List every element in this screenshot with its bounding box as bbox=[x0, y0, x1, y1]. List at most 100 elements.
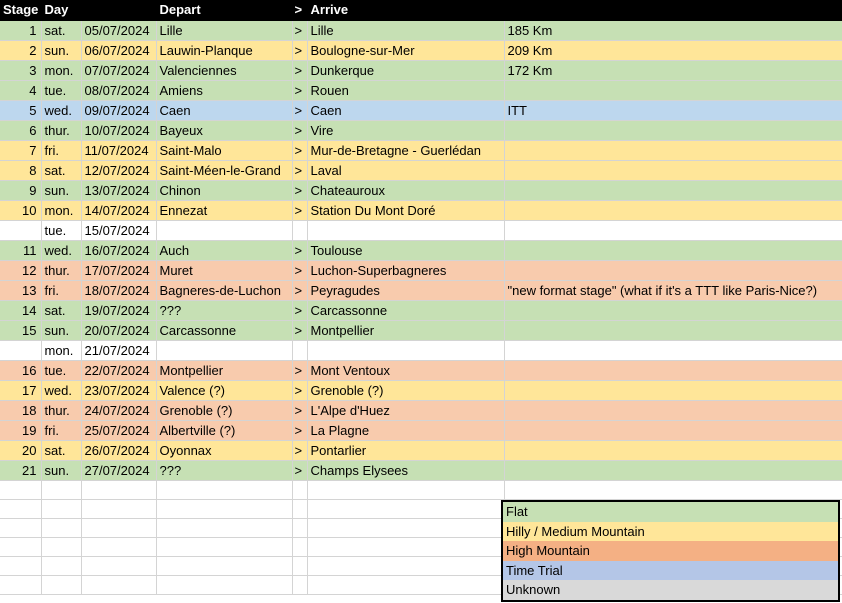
empty-cell[interactable] bbox=[0, 480, 42, 500]
cell-arrive[interactable]: Dunkerque bbox=[307, 60, 505, 81]
cell-depart[interactable]: Valenciennes bbox=[156, 60, 293, 81]
header-arrow[interactable]: > bbox=[292, 0, 308, 21]
cell-note[interactable] bbox=[504, 260, 842, 281]
cell-arrive[interactable]: Pontarlier bbox=[307, 440, 505, 461]
empty-cell[interactable] bbox=[81, 518, 157, 538]
cell-note[interactable] bbox=[504, 400, 842, 421]
cell-arrive[interactable]: La Plagne bbox=[307, 420, 505, 441]
empty-cell[interactable] bbox=[292, 518, 308, 538]
cell-date[interactable]: 19/07/2024 bbox=[81, 300, 157, 321]
cell-day[interactable]: thur. bbox=[41, 120, 82, 141]
cell-date[interactable]: 23/07/2024 bbox=[81, 380, 157, 401]
cell-date[interactable]: 06/07/2024 bbox=[81, 40, 157, 61]
cell-arrow[interactable]: > bbox=[292, 380, 308, 401]
cell-date[interactable]: 14/07/2024 bbox=[81, 200, 157, 221]
empty-cell[interactable] bbox=[81, 499, 157, 519]
cell-depart[interactable] bbox=[156, 220, 293, 241]
cell-stage[interactable]: 8 bbox=[0, 160, 42, 181]
header-date[interactable] bbox=[81, 0, 157, 21]
cell-stage[interactable]: 17 bbox=[0, 380, 42, 401]
cell-note[interactable] bbox=[504, 160, 842, 181]
cell-arrive[interactable]: Laval bbox=[307, 160, 505, 181]
empty-cell[interactable] bbox=[307, 480, 505, 500]
empty-cell[interactable] bbox=[307, 575, 505, 595]
cell-arrive[interactable]: Peyragudes bbox=[307, 280, 505, 301]
cell-arrow[interactable]: > bbox=[292, 180, 308, 201]
cell-stage[interactable]: 5 bbox=[0, 100, 42, 121]
cell-arrive[interactable]: Lille bbox=[307, 20, 505, 41]
cell-note[interactable] bbox=[504, 80, 842, 101]
cell-day[interactable]: sat. bbox=[41, 440, 82, 461]
cell-stage[interactable]: 16 bbox=[0, 360, 42, 381]
cell-note[interactable] bbox=[504, 340, 842, 361]
empty-cell[interactable] bbox=[41, 575, 82, 595]
cell-arrow[interactable]: > bbox=[292, 360, 308, 381]
cell-date[interactable]: 10/07/2024 bbox=[81, 120, 157, 141]
cell-arrow[interactable]: > bbox=[292, 260, 308, 281]
empty-cell[interactable] bbox=[156, 556, 293, 576]
cell-depart[interactable]: Muret bbox=[156, 260, 293, 281]
cell-arrive[interactable]: Station Du Mont Doré bbox=[307, 200, 505, 221]
cell-stage[interactable]: 21 bbox=[0, 460, 42, 481]
cell-date[interactable]: 22/07/2024 bbox=[81, 360, 157, 381]
cell-date[interactable]: 11/07/2024 bbox=[81, 140, 157, 161]
cell-arrive[interactable]: Chateauroux bbox=[307, 180, 505, 201]
cell-depart[interactable]: Saint-Malo bbox=[156, 140, 293, 161]
cell-day[interactable]: wed. bbox=[41, 240, 82, 261]
empty-cell[interactable] bbox=[41, 480, 82, 500]
cell-arrive[interactable]: Grenoble (?) bbox=[307, 380, 505, 401]
cell-note[interactable] bbox=[504, 460, 842, 481]
cell-arrow[interactable]: > bbox=[292, 460, 308, 481]
cell-arrow[interactable]: > bbox=[292, 80, 308, 101]
cell-arrive[interactable]: Toulouse bbox=[307, 240, 505, 261]
cell-depart[interactable]: Bagneres-de-Luchon bbox=[156, 280, 293, 301]
cell-date[interactable]: 17/07/2024 bbox=[81, 260, 157, 281]
cell-date[interactable]: 20/07/2024 bbox=[81, 320, 157, 341]
cell-day[interactable]: thur. bbox=[41, 260, 82, 281]
cell-arrive[interactable]: Montpellier bbox=[307, 320, 505, 341]
cell-note[interactable]: 209 Km bbox=[504, 40, 842, 61]
cell-depart[interactable]: Grenoble (?) bbox=[156, 400, 293, 421]
empty-cell[interactable] bbox=[81, 575, 157, 595]
cell-arrow[interactable]: > bbox=[292, 440, 308, 461]
cell-depart[interactable]: Saint-Méen-le-Grand bbox=[156, 160, 293, 181]
cell-depart[interactable]: Bayeux bbox=[156, 120, 293, 141]
cell-depart[interactable]: Oyonnax bbox=[156, 440, 293, 461]
cell-note[interactable] bbox=[504, 120, 842, 141]
empty-cell[interactable] bbox=[81, 537, 157, 557]
cell-depart[interactable]: Carcassonne bbox=[156, 320, 293, 341]
cell-note[interactable]: "new format stage" (what if it's a TTT l… bbox=[504, 280, 842, 301]
empty-cell[interactable] bbox=[292, 575, 308, 595]
cell-stage[interactable] bbox=[0, 340, 42, 361]
legend-item-unknown[interactable]: Unknown bbox=[503, 580, 838, 600]
header-depart[interactable]: Depart bbox=[156, 0, 293, 21]
cell-arrow[interactable]: > bbox=[292, 240, 308, 261]
cell-note[interactable] bbox=[504, 180, 842, 201]
cell-stage[interactable]: 10 bbox=[0, 200, 42, 221]
cell-day[interactable]: sun. bbox=[41, 180, 82, 201]
empty-cell[interactable] bbox=[0, 537, 42, 557]
cell-day[interactable]: mon. bbox=[41, 340, 82, 361]
cell-day[interactable]: wed. bbox=[41, 380, 82, 401]
empty-cell[interactable] bbox=[292, 480, 308, 500]
cell-arrive[interactable]: Champs Elysees bbox=[307, 460, 505, 481]
legend-item-hilly[interactable]: Hilly / Medium Mountain bbox=[503, 521, 838, 542]
cell-date[interactable]: 07/07/2024 bbox=[81, 60, 157, 81]
cell-date[interactable]: 25/07/2024 bbox=[81, 420, 157, 441]
cell-arrow[interactable]: > bbox=[292, 320, 308, 341]
cell-date[interactable]: 15/07/2024 bbox=[81, 220, 157, 241]
cell-arrow[interactable]: > bbox=[292, 280, 308, 301]
cell-date[interactable]: 16/07/2024 bbox=[81, 240, 157, 261]
cell-stage[interactable]: 15 bbox=[0, 320, 42, 341]
cell-note[interactable] bbox=[504, 360, 842, 381]
header-stage[interactable]: Stage bbox=[0, 0, 42, 21]
cell-arrive[interactable] bbox=[307, 220, 505, 241]
cell-stage[interactable] bbox=[0, 220, 42, 241]
cell-arrow[interactable]: > bbox=[292, 420, 308, 441]
cell-arrow[interactable]: > bbox=[292, 300, 308, 321]
cell-arrive[interactable]: Caen bbox=[307, 100, 505, 121]
cell-arrow[interactable]: > bbox=[292, 60, 308, 81]
empty-cell[interactable] bbox=[0, 556, 42, 576]
cell-arrow[interactable]: > bbox=[292, 160, 308, 181]
cell-depart[interactable]: Lauwin-Planque bbox=[156, 40, 293, 61]
